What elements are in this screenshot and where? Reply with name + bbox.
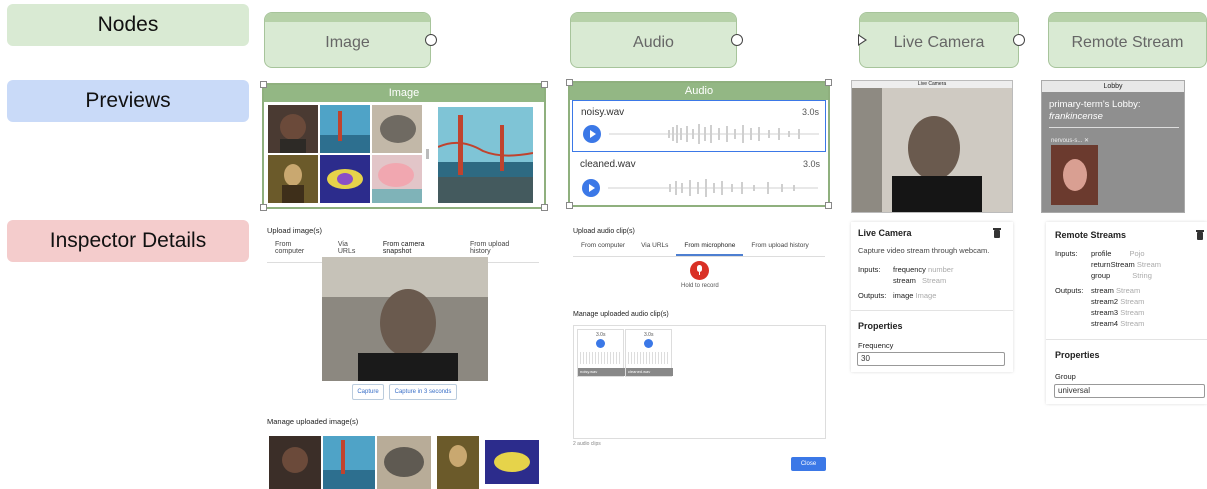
audio-node-label: Audio: [633, 34, 674, 51]
lobby-subtitle: frankincense: [1049, 111, 1103, 122]
clip-duration: 3.0s: [644, 332, 654, 338]
input-port: frequency number: [893, 265, 954, 274]
audio-preview-panel[interactable]: Audio noisy.wav 3.0s cleaned.wav 3.0s: [566, 79, 832, 209]
live-camera-output-port[interactable]: [1013, 34, 1025, 46]
waveform[interactable]: [609, 123, 819, 145]
uploaded-clip-card[interactable]: 3.0s cleaned.wav: [625, 329, 673, 377]
webcam-feed: [852, 88, 1012, 212]
frequency-input[interactable]: 30: [857, 352, 1005, 366]
close-button[interactable]: Close: [791, 457, 826, 471]
clip-name: cleaned.wav: [626, 368, 673, 376]
outputs-label: Outputs:: [858, 291, 887, 300]
uploaded-clip-card[interactable]: 3.0s noisy.wav: [577, 329, 625, 377]
capture-button[interactable]: Capture: [352, 384, 384, 400]
remote-streams-inspector: Remote Streams Inputs: profile Pojo retu…: [1046, 222, 1207, 404]
manage-audio-label: Manage uploaded audio clip(s): [573, 311, 669, 318]
input-port: stream Stream: [893, 276, 947, 285]
audio-clip-row-1[interactable]: noisy.wav 3.0s: [572, 100, 826, 152]
live-camera-node-label: Live Camera: [893, 34, 985, 51]
input-port: group String: [1091, 271, 1152, 280]
output-port: stream Stream: [1091, 286, 1141, 295]
inspector-row-label: Inspector Details: [7, 220, 249, 262]
participant-label: nervous-s... ✕: [1051, 138, 1090, 144]
play-icon[interactable]: [582, 179, 600, 197]
audio-node[interactable]: Audio: [570, 12, 743, 68]
close-icon[interactable]: ✕: [1084, 138, 1089, 144]
clip-duration: 3.0s: [596, 332, 606, 338]
clip-name: noisy.wav: [578, 368, 625, 376]
image-thumbnail-grid[interactable]: [268, 105, 424, 205]
waveform[interactable]: [608, 177, 818, 199]
trash-icon[interactable]: [1196, 230, 1204, 240]
group-input[interactable]: universal: [1054, 384, 1205, 398]
tab-from-computer[interactable]: From computer: [573, 239, 633, 256]
live-camera-preview[interactable]: Live Camera: [851, 80, 1013, 213]
uploaded-audio-box: 3.0s noisy.wav 3.0s cleaned.wav: [573, 325, 826, 439]
participant-video: [1051, 145, 1098, 205]
clip-duration: 3.0s: [801, 107, 819, 117]
audio-preview-header: Audio: [570, 83, 828, 100]
output-port: image Image: [893, 291, 937, 300]
play-icon[interactable]: [644, 339, 653, 348]
live-camera-input-port[interactable]: [858, 34, 867, 46]
audio-clip-row-2[interactable]: cleaned.wav 3.0s: [572, 153, 826, 203]
inputs-label: Inputs:: [1055, 249, 1078, 258]
live-camera-description: Capture video stream through webcam.: [858, 246, 990, 255]
live-camera-inspector: Live Camera Capture video stream through…: [851, 222, 1013, 372]
inputs-label: Inputs:: [858, 265, 881, 274]
live-camera-node[interactable]: Live Camera: [858, 12, 1025, 68]
upload-images-label: Upload image(s): [267, 226, 323, 235]
input-port: returnStream Stream: [1091, 260, 1162, 269]
output-port: stream2 Stream: [1091, 297, 1145, 306]
nodes-row-label: Nodes: [7, 4, 249, 46]
remote-stream-node-label: Remote Stream: [1071, 34, 1184, 51]
lobby-header: Lobby: [1042, 81, 1184, 92]
record-button[interactable]: [690, 261, 709, 280]
lobby-title: primary-term's Lobby:: [1049, 99, 1141, 110]
upload-audio-label: Upload audio clip(s): [573, 228, 635, 235]
tab-from-computer[interactable]: From computer: [267, 238, 330, 262]
group-label: Group: [1055, 372, 1076, 381]
audio-upload-tabs: From computer Via URLs From microphone F…: [573, 239, 825, 257]
remote-stream-preview[interactable]: Lobby primary-term's Lobby: frankincense…: [1041, 80, 1185, 213]
image-node[interactable]: Image: [264, 12, 437, 68]
image-preview-panel[interactable]: Image: [260, 81, 548, 211]
input-port: profile Pojo: [1091, 249, 1145, 258]
live-camera-preview-header: Live Camera: [852, 81, 1012, 88]
previews-row-label: Previews: [7, 80, 249, 122]
clip-name: noisy.wav: [581, 107, 625, 118]
tab-from-microphone[interactable]: From microphone: [676, 239, 744, 256]
tab-upload-history[interactable]: From upload history: [743, 239, 816, 256]
remote-stream-node[interactable]: Remote Stream: [1048, 12, 1207, 68]
preview-splitter-handle[interactable]: [426, 149, 429, 159]
camera-snapshot: [322, 257, 488, 381]
image-node-output-port[interactable]: [425, 34, 437, 46]
tab-via-urls[interactable]: Via URLs: [633, 239, 676, 256]
live-camera-inspector-title: Live Camera: [858, 228, 912, 238]
output-port: stream4 Stream: [1091, 319, 1145, 328]
remote-streams-inspector-title: Remote Streams: [1055, 230, 1127, 240]
clip-duration: 3.0s: [802, 159, 820, 169]
image-preview-header: Image: [264, 85, 544, 102]
play-icon[interactable]: [583, 125, 601, 143]
featured-image: [438, 107, 533, 203]
uploaded-images-strip[interactable]: [269, 434, 541, 489]
hold-to-record-label: Hold to record: [681, 283, 719, 289]
trash-icon[interactable]: [993, 228, 1001, 238]
properties-heading: Properties: [858, 321, 903, 331]
frequency-label: Frequency: [858, 341, 894, 350]
audio-node-output-port[interactable]: [731, 34, 743, 46]
manage-images-label: Manage uploaded image(s): [267, 417, 359, 426]
output-port: stream3 Stream: [1091, 308, 1145, 317]
properties-heading: Properties: [1055, 350, 1100, 360]
clip-name: cleaned.wav: [580, 159, 636, 170]
capture-delay-button[interactable]: Capture in 3 seconds: [389, 384, 457, 400]
play-icon[interactable]: [596, 339, 605, 348]
microphone-icon: [697, 265, 702, 272]
image-node-label: Image: [325, 34, 370, 51]
outputs-label: Outputs:: [1055, 286, 1084, 295]
audio-clip-count: 2 audio clips: [573, 441, 601, 447]
